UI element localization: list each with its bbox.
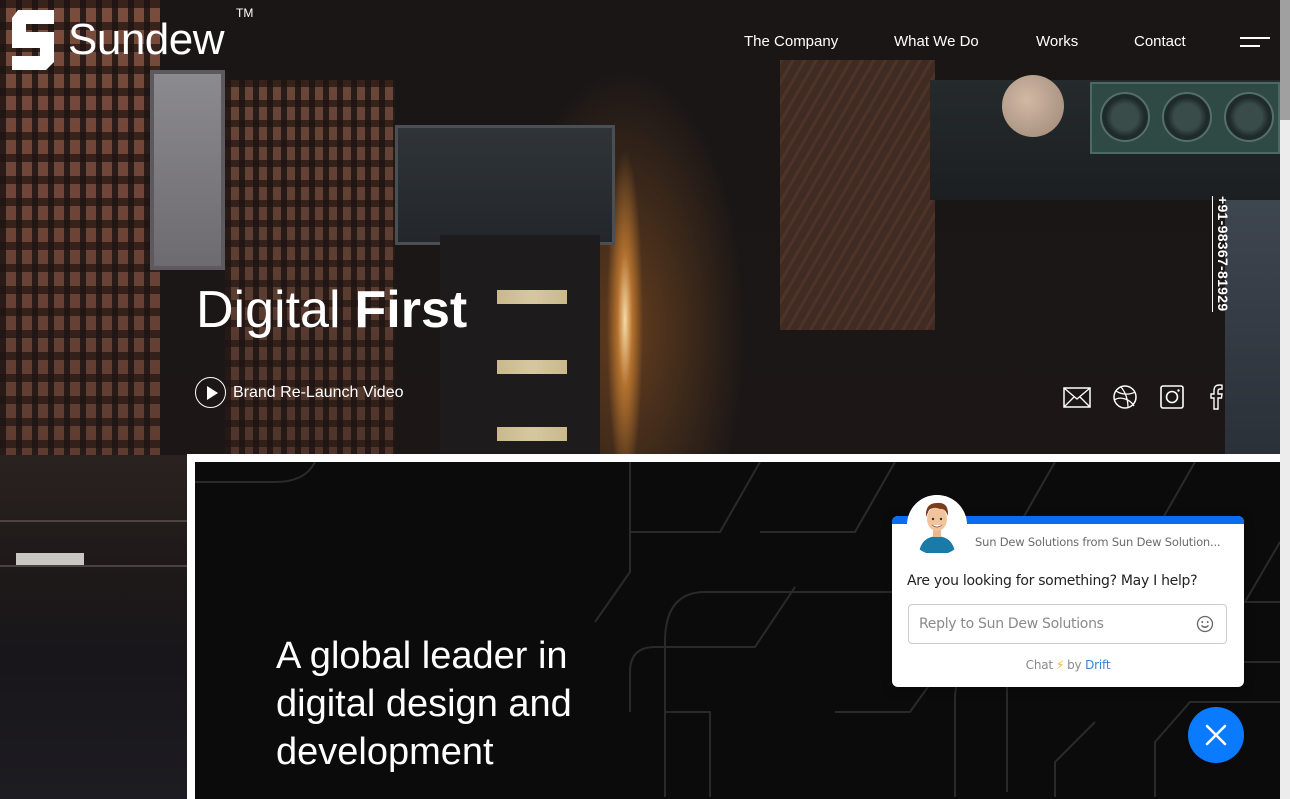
background-light [497,427,567,441]
circuit-line [835,683,1008,792]
lightning-icon: ⚡ [1055,658,1065,672]
chat-reply-field[interactable] [908,604,1227,644]
chat-agent-avatar [907,495,967,555]
background-light [497,290,567,304]
facebook-icon[interactable] [1202,383,1232,411]
background-street-line [0,520,190,522]
background-light [497,360,567,374]
panel-heading: A global leader in digital design and de… [276,632,572,776]
hamburger-line [1240,45,1260,47]
phone-number[interactable]: +91-98367-81929 [1212,196,1232,312]
nav-item-contact[interactable]: Contact [1134,33,1186,50]
instagram-icon[interactable] [1157,383,1187,411]
envelope-icon[interactable] [1062,383,1092,411]
nav-item-works[interactable]: Works [1036,33,1078,50]
background-rooftop [440,235,600,455]
hero-title-light: Digital [196,281,341,339]
circuit-line [665,711,711,797]
circuit-line [1054,721,1096,797]
chat-reply-input[interactable] [919,605,1189,643]
hero-title: Digital First [196,280,467,340]
social-links [1062,383,1232,411]
hamburger-line [1240,37,1270,39]
drift-link[interactable]: Drift [1085,658,1110,672]
background-rooftop [150,70,225,270]
panel-heading-line: development [276,731,494,773]
play-icon [195,377,226,408]
background-truck [16,553,84,565]
circuit-line [629,586,796,712]
nav-item-what-we-do[interactable]: What We Do [894,33,979,50]
scrollbar-thumb[interactable] [1280,0,1290,120]
chat-footer: Chat ⚡ by Drift [892,658,1244,672]
nav-item-the-company[interactable]: The Company [744,33,838,50]
background-rooftop [1225,200,1280,460]
panel-heading-line: A global leader in [276,635,568,677]
dribbble-icon[interactable] [1110,383,1140,411]
chat-close-button[interactable] [1188,707,1244,763]
page-scrollbar[interactable] [1280,0,1290,799]
circuit-line [664,591,930,797]
circuit-line [195,462,316,483]
chat-sender: Sun Dew Solutions from Sun Dew Solution.… [975,535,1221,549]
background-building [780,60,935,330]
chat-message: Are you looking for something? May I hel… [907,573,1198,589]
panel-heading-line: digital design and [276,683,572,725]
brand-video-link[interactable]: Brand Re-Launch Video [195,377,404,408]
background-rooftop [395,125,615,245]
background-fan [1162,92,1212,142]
background-fan-unit [1090,82,1280,154]
circuit-line [1244,541,1280,603]
background-tank [1002,75,1064,137]
circuit-line [629,462,761,533]
chat-footer-label: Chat [1025,658,1053,672]
chat-footer-by: by [1067,658,1082,672]
hamburger-icon[interactable] [1240,37,1270,49]
trademark-symbol: TM [236,6,254,20]
hero-title-bold: First [354,281,468,339]
phone-number-text: +91-98367-81929 [1215,196,1231,312]
background-street-line [0,565,190,567]
circuit-line [594,532,631,623]
circuit-line [760,462,896,533]
video-link-label: Brand Re-Launch Video [233,383,404,401]
background-fan [1100,92,1150,142]
main-nav: The Company What We Do Works Contact [0,33,1280,53]
background-street [0,455,190,799]
close-icon [1205,724,1227,746]
background-fan [1224,92,1274,142]
emoji-icon[interactable] [1196,615,1214,633]
